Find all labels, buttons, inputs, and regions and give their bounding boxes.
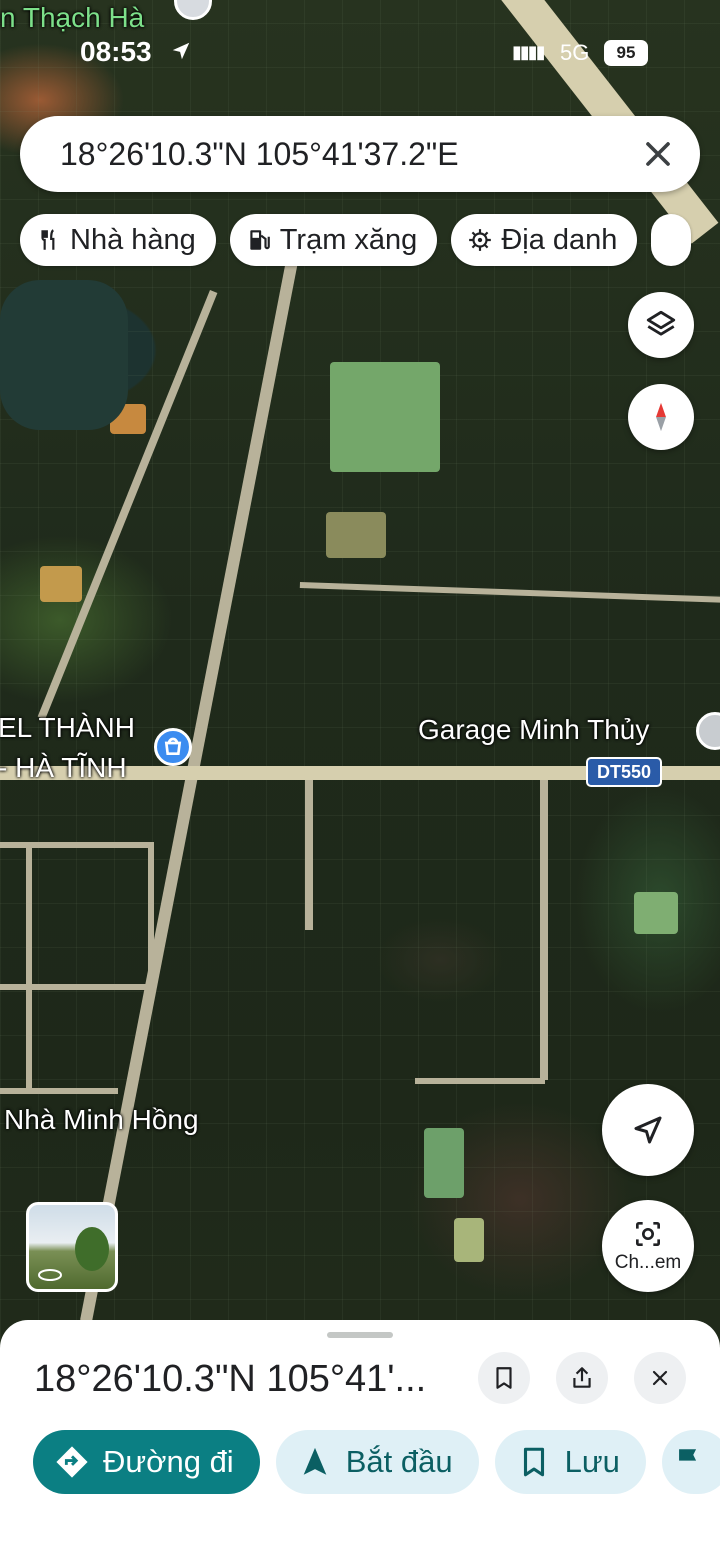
shopping-pin-icon[interactable] <box>154 728 192 766</box>
place-title: 18°26'10.3"N 105°41'... <box>34 1358 427 1400</box>
layers-button[interactable] <box>628 292 694 358</box>
search-query[interactable]: 18°26'10.3"N 105°41'37.2"E <box>60 136 459 173</box>
layers-icon <box>646 310 676 336</box>
poi-label-thanh[interactable]: EL THÀNH <box>0 712 135 744</box>
tree <box>75 1227 109 1271</box>
lane-road <box>305 780 313 930</box>
more-action-button[interactable] <box>661 1430 720 1494</box>
category-chips: Nhà hàng Trạm xăng Địa danh <box>20 214 692 266</box>
camera-search-button[interactable]: Ch...em <box>602 1200 694 1292</box>
poi-label-garage[interactable]: Garage Minh Thủy <box>418 714 649 746</box>
lens-icon <box>636 1222 660 1246</box>
rotate-360-icon <box>38 1269 62 1281</box>
network-type: 5G <box>560 40 590 65</box>
location-arrow-icon <box>172 42 190 60</box>
navigation-icon <box>634 1116 662 1144</box>
close-sheet-button[interactable] <box>634 1352 686 1404</box>
bookmark-icon <box>523 1447 544 1477</box>
place-bottom-sheet[interactable]: 18°26'10.3"N 105°41'... Đường đi Bắt đầu… <box>0 1320 720 1564</box>
compass-icon <box>656 402 666 432</box>
green-field <box>330 362 440 472</box>
action-buttons: Đường đi Bắt đầu Lưu <box>33 1430 720 1494</box>
road-badge-dt550: DT550 <box>586 757 662 787</box>
chip-label: Địa danh <box>501 223 618 256</box>
poi-label-ha-tinh[interactable]: - HÀ TĨNH <box>0 752 127 784</box>
poi-label-nha-minh-hong[interactable]: Nhà Minh Hồng <box>4 1104 199 1136</box>
green-field <box>454 1218 484 1262</box>
close-icon <box>652 1370 668 1386</box>
lane-road <box>0 984 152 990</box>
chip-gas-stations[interactable]: Trạm xăng <box>229 214 438 266</box>
chip-label: Nhà hàng <box>70 223 196 256</box>
save-label: Lưu <box>564 1444 620 1479</box>
chip-landmarks[interactable]: Địa danh <box>451 214 638 266</box>
gas-station-icon <box>250 230 270 250</box>
pond <box>0 280 128 430</box>
street-view-thumbnail[interactable] <box>26 1202 118 1292</box>
orange-field <box>40 566 82 602</box>
landmark-icon <box>469 229 492 251</box>
chip-more[interactable] <box>651 214 692 266</box>
share-icon <box>573 1367 591 1388</box>
flag-icon <box>678 1449 696 1475</box>
status-bar: 08:53 ▮▮▮▮ 5G 95 <box>0 30 720 74</box>
save-button[interactable]: Lưu <box>494 1430 646 1494</box>
my-location-button[interactable] <box>602 1084 694 1176</box>
navigation-arrow-icon <box>303 1447 327 1475</box>
green-field <box>634 892 678 934</box>
lane-road <box>148 842 154 988</box>
compass-button[interactable] <box>628 384 694 450</box>
battery-level: 95 <box>604 40 648 66</box>
drag-handle[interactable] <box>327 1332 393 1338</box>
bag-icon <box>164 737 182 755</box>
lane-road <box>0 842 152 848</box>
start-button[interactable]: Bắt đầu <box>275 1430 479 1494</box>
directions-button[interactable]: Đường đi <box>33 1430 260 1494</box>
lane-road <box>415 1078 545 1084</box>
share-button[interactable] <box>556 1352 608 1404</box>
camera-caption: Ch...em <box>614 1252 682 1273</box>
lane-road <box>26 842 32 1092</box>
start-label: Bắt đầu <box>345 1444 453 1479</box>
directions-label: Đường đi <box>103 1444 234 1479</box>
restaurant-icon <box>41 229 55 250</box>
bookmark-icon <box>496 1367 512 1389</box>
green-field <box>424 1128 464 1198</box>
status-time: 08:53 <box>80 36 152 67</box>
directions-icon <box>56 1446 88 1478</box>
signal-icon: ▮▮▮▮ <box>512 42 546 62</box>
chip-restaurants[interactable]: Nhà hàng <box>20 214 216 266</box>
green-field <box>326 512 386 558</box>
close-icon[interactable] <box>638 134 678 174</box>
lane-road <box>540 780 548 1080</box>
chip-label: Trạm xăng <box>279 223 418 256</box>
save-bookmark-button[interactable] <box>478 1352 530 1404</box>
lane-road <box>0 1088 118 1094</box>
search-bar[interactable]: 18°26'10.3"N 105°41'37.2"E <box>20 116 700 192</box>
